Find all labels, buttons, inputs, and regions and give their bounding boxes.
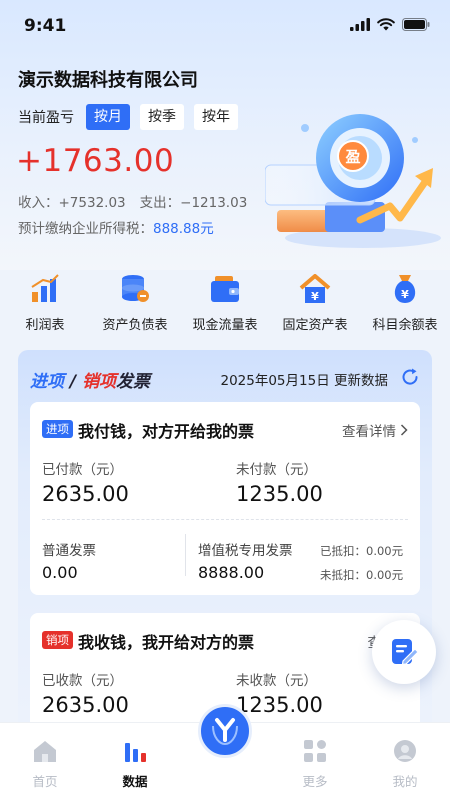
bar-chart-icon bbox=[28, 272, 62, 306]
period-quarter-button[interactable]: 按季 bbox=[140, 104, 184, 130]
paid-value: 2635.00 bbox=[42, 482, 129, 506]
tab-home[interactable]: 首页 bbox=[0, 723, 90, 800]
normal-invoice-value: 0.00 bbox=[42, 563, 78, 582]
deducted-label: 已抵扣： bbox=[320, 544, 366, 558]
title-rest: 发票 bbox=[116, 372, 151, 392]
profit-value: +1763.00 bbox=[16, 143, 175, 179]
title-outgoing: 销项 bbox=[82, 372, 117, 392]
tax-value: 888.88元 bbox=[153, 221, 214, 237]
menu-cash-flow[interactable]: 现金流量表 bbox=[180, 272, 270, 342]
undeducted-value: 0.00元 bbox=[366, 568, 404, 582]
svg-text:¥: ¥ bbox=[401, 288, 409, 301]
chevron-right-icon bbox=[400, 424, 408, 436]
report-menu: 利润表 资产负债表 现金流量表 ¥ 固定资产表 ¥ 科目余额表 bbox=[0, 272, 450, 342]
received-value: 2635.00 bbox=[42, 693, 129, 717]
normal-invoice-label: 普通发票 bbox=[42, 543, 96, 559]
column-divider bbox=[185, 534, 186, 576]
menu-label: 固定资产表 bbox=[282, 318, 348, 333]
unreceived-label: 未收款（元） bbox=[236, 673, 317, 689]
menu-label: 科目余额表 bbox=[372, 318, 438, 333]
money-bag-icon: ¥ bbox=[388, 272, 422, 306]
period-label: 当前盈亏 bbox=[18, 110, 74, 126]
battery-icon bbox=[402, 18, 430, 31]
center-action-button[interactable] bbox=[198, 704, 252, 758]
unpaid-value: 1235.00 bbox=[236, 482, 323, 506]
menu-profit-statement[interactable]: 利润表 bbox=[0, 272, 90, 342]
menu-balance-sheet[interactable]: 资产负债表 bbox=[90, 272, 180, 342]
status-icons bbox=[350, 18, 430, 31]
edit-fab-button[interactable] bbox=[372, 620, 436, 684]
outgoing-tag: 销项 bbox=[42, 631, 73, 649]
received-label: 已收款（元） bbox=[42, 673, 123, 689]
app-logo-icon bbox=[212, 718, 238, 746]
unreceived-value: 1235.00 bbox=[236, 693, 323, 717]
hero-badge-text: 盈 bbox=[344, 148, 360, 166]
tab-label: 我的 bbox=[392, 774, 418, 789]
paid-label: 已付款（元） bbox=[42, 462, 123, 478]
details-link-label: 查看详情 bbox=[342, 424, 396, 440]
estimated-tax: 预计缴纳企业所得税：888.88元 bbox=[18, 217, 214, 237]
deducted-info: 已抵扣：0.00元 bbox=[320, 543, 403, 559]
home-icon bbox=[31, 737, 59, 765]
income-item: 收入：+7532.03 bbox=[18, 191, 126, 211]
update-info: 2025年05月15日 更新数据 bbox=[220, 369, 388, 389]
vat-invoice-value: 8888.00 bbox=[198, 563, 265, 582]
expense-label: 支出： bbox=[139, 195, 181, 211]
outgoing-title: 我收钱，我开给对方的票 bbox=[78, 633, 255, 652]
database-icon bbox=[118, 272, 152, 306]
period-selector: 当前盈亏 按月 按季 按年 bbox=[18, 104, 238, 130]
income-expense-row: 收入：+7532.03 支出：−1213.03 bbox=[18, 191, 247, 211]
signal-icon bbox=[350, 18, 370, 31]
update-date: 2025年05月15日 bbox=[220, 373, 330, 389]
period-month-button[interactable]: 按月 bbox=[86, 104, 130, 130]
tab-profile[interactable]: 我的 bbox=[360, 723, 450, 800]
expense-value: −1213.03 bbox=[180, 195, 248, 211]
refresh-icon[interactable] bbox=[400, 367, 420, 387]
tab-label: 首页 bbox=[32, 774, 58, 789]
status-time: 9:41 bbox=[24, 16, 67, 36]
title-separator: / bbox=[64, 372, 83, 392]
income-value: +7532.03 bbox=[58, 195, 126, 211]
update-label: 更新数据 bbox=[334, 373, 388, 389]
tax-label: 预计缴纳企业所得税： bbox=[18, 221, 153, 237]
menu-account-balance[interactable]: ¥ 科目余额表 bbox=[360, 272, 450, 342]
menu-label: 资产负债表 bbox=[102, 318, 168, 333]
wallet-icon bbox=[208, 272, 242, 306]
expense-item: 支出：−1213.03 bbox=[140, 191, 248, 211]
tab-label: 更多 bbox=[302, 774, 328, 789]
status-bar: 9:41 bbox=[0, 0, 450, 52]
profile-icon bbox=[391, 737, 419, 765]
wifi-icon bbox=[377, 18, 395, 31]
incoming-invoice-card[interactable]: 进项 我付钱，对方开给我的票 查看详情 已付款（元） 2635.00 未付款（元… bbox=[30, 402, 420, 595]
tab-more[interactable]: 更多 bbox=[270, 723, 360, 800]
svg-text:¥: ¥ bbox=[311, 290, 319, 303]
menu-label: 现金流量表 bbox=[192, 318, 258, 333]
unpaid-label: 未付款（元） bbox=[236, 462, 317, 478]
tab-data[interactable]: 数据 bbox=[90, 723, 180, 800]
edit-note-icon bbox=[392, 639, 419, 666]
card-divider bbox=[42, 519, 408, 520]
incoming-details-link[interactable]: 查看详情 bbox=[342, 420, 408, 440]
company-name: 演示数据科技有限公司 bbox=[18, 70, 198, 91]
menu-label: 利润表 bbox=[25, 318, 65, 333]
deducted-value: 0.00元 bbox=[366, 544, 404, 558]
invoice-panel-title: 进项 / 销项发票 bbox=[30, 367, 150, 392]
profit-illustration: 盈 bbox=[265, 114, 441, 248]
vat-invoice-label: 增值税专用发票 bbox=[198, 543, 293, 559]
income-label: 收入： bbox=[18, 195, 59, 211]
chart-icon bbox=[121, 737, 149, 765]
undeducted-info: 未抵扣：0.00元 bbox=[320, 567, 403, 583]
tab-label: 数据 bbox=[122, 774, 148, 789]
incoming-tag: 进项 bbox=[42, 420, 73, 438]
house-yen-icon: ¥ bbox=[298, 272, 332, 306]
menu-fixed-assets[interactable]: ¥ 固定资产表 bbox=[270, 272, 360, 342]
incoming-title: 我付钱，对方开给我的票 bbox=[78, 422, 255, 441]
title-incoming: 进项 bbox=[30, 372, 64, 392]
period-year-button[interactable]: 按年 bbox=[194, 104, 238, 130]
grid-icon bbox=[301, 737, 329, 765]
undeducted-label: 未抵扣： bbox=[320, 568, 366, 582]
